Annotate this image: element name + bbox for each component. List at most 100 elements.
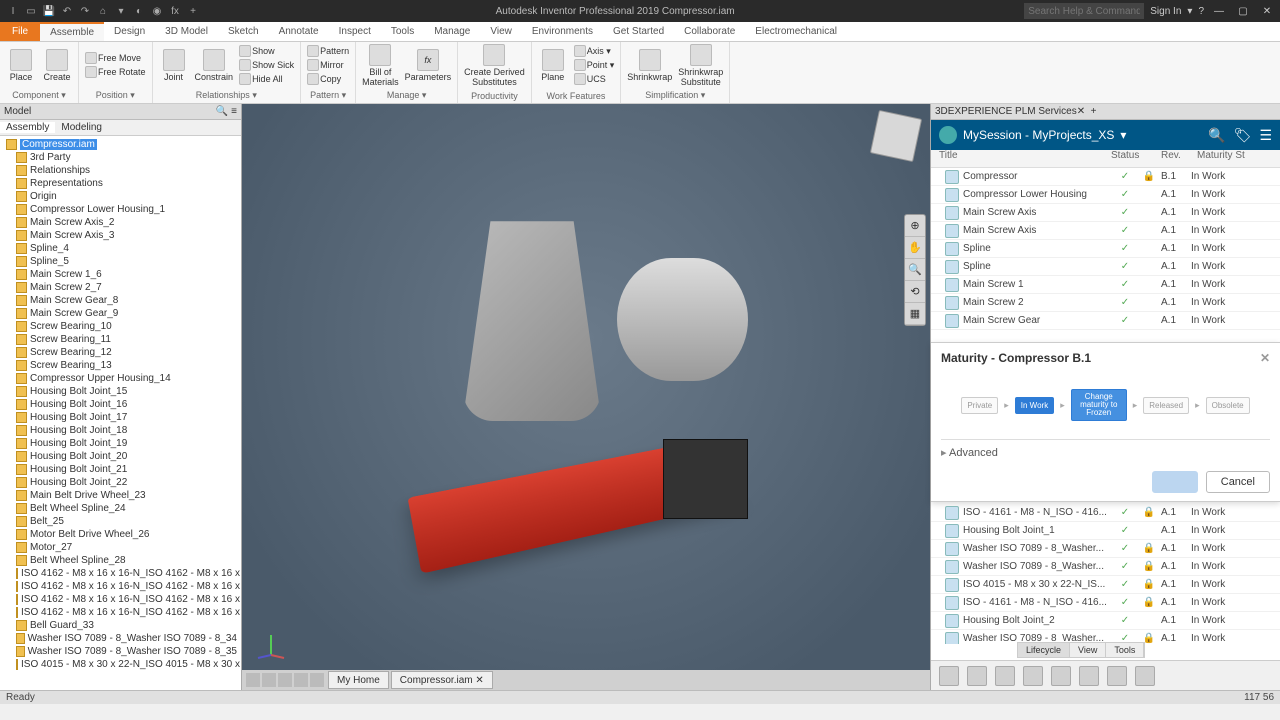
shrinkwrap-sub-button[interactable]: Shrinkwrap Substitute bbox=[678, 44, 723, 87]
ok-button[interactable]: OK bbox=[1152, 471, 1198, 493]
plm-tool-icon[interactable] bbox=[939, 666, 959, 686]
plm-row[interactable]: Compressor✓🔒B.1In Work bbox=[931, 168, 1280, 186]
plm-tool-icon[interactable] bbox=[1051, 666, 1071, 686]
subtab-lifecycle[interactable]: Lifecycle bbox=[1018, 643, 1070, 657]
redo-icon[interactable]: ↷ bbox=[78, 4, 92, 18]
tree-node[interactable]: Housing Bolt Joint_20 bbox=[0, 450, 241, 463]
plm-tab-label[interactable]: 3DEXPERIENCE PLM Services bbox=[935, 106, 1077, 117]
nav-pan-icon[interactable]: ✋ bbox=[905, 237, 925, 259]
tree-node[interactable]: Screw Bearing_13 bbox=[0, 359, 241, 372]
file-tab[interactable]: File bbox=[0, 22, 40, 41]
maximize-button[interactable]: ▢ bbox=[1234, 6, 1252, 17]
plm-row[interactable]: Compressor Lower Housing✓A.1In Work bbox=[931, 186, 1280, 204]
material-icon[interactable]: ◐ bbox=[132, 4, 146, 18]
view-cube[interactable] bbox=[870, 110, 922, 162]
session-label[interactable]: MySession - MyProjects_XS bbox=[963, 128, 1114, 142]
ribbon-tab-get-started[interactable]: Get Started bbox=[603, 22, 674, 41]
joint-button[interactable]: Joint bbox=[159, 49, 189, 82]
tab-compressor[interactable]: Compressor.iam ✕ bbox=[391, 671, 493, 689]
pattern-button[interactable]: Pattern bbox=[307, 45, 349, 58]
col-rev[interactable]: Rev. bbox=[1161, 150, 1197, 167]
nav-zoom-icon[interactable]: 🔍 bbox=[905, 259, 925, 281]
browser-tab-assembly[interactable]: Assembly bbox=[0, 122, 55, 133]
parameters-button[interactable]: fxParameters bbox=[405, 49, 452, 82]
ribbon-tab-design[interactable]: Design bbox=[104, 22, 155, 41]
plm-row[interactable]: Housing Bolt Joint_2✓A.1In Work bbox=[931, 612, 1280, 630]
free-move-button[interactable]: Free Move bbox=[85, 52, 146, 65]
tree-node[interactable]: Motor_27 bbox=[0, 541, 241, 554]
tree-node[interactable]: Representations bbox=[0, 177, 241, 190]
ribbon-tab-sketch[interactable]: Sketch bbox=[218, 22, 269, 41]
shrinkwrap-button[interactable]: Shrinkwrap bbox=[627, 49, 672, 82]
ribbon-tab-view[interactable]: View bbox=[480, 22, 522, 41]
subtab-view[interactable]: View bbox=[1070, 643, 1106, 657]
tree-node[interactable]: Washer ISO 7089 - 8_Washer ISO 7089 - 8_… bbox=[0, 645, 241, 658]
tree-node[interactable]: Main Screw 2_7 bbox=[0, 281, 241, 294]
tree-node[interactable]: ISO 4162 - M8 x 16 x 16-N_ISO 4162 - M8 … bbox=[0, 580, 241, 593]
nav-steering-icon[interactable]: ⊕ bbox=[905, 215, 925, 237]
state-inwork[interactable]: In Work bbox=[1015, 397, 1054, 414]
tree-node[interactable]: Main Screw Axis_2 bbox=[0, 216, 241, 229]
state-released[interactable]: Released bbox=[1143, 397, 1189, 414]
plm-tool-icon[interactable] bbox=[967, 666, 987, 686]
plm-tool-icon[interactable] bbox=[995, 666, 1015, 686]
mirror-button[interactable]: Mirror bbox=[307, 59, 349, 72]
plm-row[interactable]: ISO - 4161 - M8 - N_ISO - 416...✓🔒A.1In … bbox=[931, 594, 1280, 612]
browser-tab-modeling[interactable]: Modeling bbox=[55, 122, 108, 133]
maturity-close-icon[interactable]: ✕ bbox=[1260, 351, 1270, 365]
ribbon-tab-3d-model[interactable]: 3D Model bbox=[155, 22, 218, 41]
tree-node[interactable]: Main Screw Axis_3 bbox=[0, 229, 241, 242]
plm-search-icon[interactable]: 🔍 bbox=[1208, 127, 1225, 144]
plm-row[interactable]: Main Screw Axis✓A.1In Work bbox=[931, 204, 1280, 222]
plm-tool-icon[interactable] bbox=[1079, 666, 1099, 686]
nav-lookat-icon[interactable]: ▦ bbox=[905, 303, 925, 325]
browser-search-icon[interactable]: 🔍 ≡ bbox=[216, 106, 237, 117]
tree-node[interactable]: Housing Bolt Joint_21 bbox=[0, 463, 241, 476]
tree-node[interactable]: Housing Bolt Joint_18 bbox=[0, 424, 241, 437]
state-frozen[interactable]: Change maturity to Frozen bbox=[1071, 389, 1127, 421]
tree-node[interactable]: ISO 4015 - M8 x 30 x 22-N_ISO 4015 - M8 … bbox=[0, 658, 241, 671]
dropdown-icon[interactable]: ▾ bbox=[1187, 6, 1192, 17]
tree-node[interactable]: Main Screw Gear_8 bbox=[0, 294, 241, 307]
create-button[interactable]: Create bbox=[42, 49, 72, 82]
col-maturity[interactable]: Maturity St bbox=[1197, 150, 1280, 167]
constrain-button[interactable]: Constrain bbox=[195, 49, 234, 82]
vt-icon[interactable] bbox=[278, 673, 292, 687]
show-button[interactable]: Show bbox=[239, 45, 294, 58]
select-icon[interactable]: ▾ bbox=[114, 4, 128, 18]
tree-node[interactable]: Screw Bearing_12 bbox=[0, 346, 241, 359]
tree-node[interactable]: Origin bbox=[0, 190, 241, 203]
tree-node[interactable]: 3rd Party bbox=[0, 151, 241, 164]
tree-node[interactable]: Washer ISO 7089 - 8_Washer ISO 7089 - 8_… bbox=[0, 632, 241, 645]
tree-node[interactable]: Motor Belt Drive Wheel_26 bbox=[0, 528, 241, 541]
tree-node[interactable]: Compressor Lower Housing_1 bbox=[0, 203, 241, 216]
tree-node[interactable]: Screw Bearing_11 bbox=[0, 333, 241, 346]
show-sick-button[interactable]: Show Sick bbox=[239, 59, 294, 72]
tab-my-home[interactable]: My Home bbox=[328, 671, 389, 689]
help-icon[interactable]: ? bbox=[1198, 6, 1204, 17]
plm-row[interactable]: ISO - 4161 - M8 - N_ISO - 416...✓🔒A.1In … bbox=[931, 504, 1280, 522]
ribbon-tab-environments[interactable]: Environments bbox=[522, 22, 603, 41]
vt-icon[interactable] bbox=[246, 673, 260, 687]
tree-node[interactable]: Bell Guard_33 bbox=[0, 619, 241, 632]
tree-node[interactable]: Housing Bolt Joint_22 bbox=[0, 476, 241, 489]
tree-node[interactable]: Belt Wheel Spline_24 bbox=[0, 502, 241, 515]
tree-node[interactable]: Housing Bolt Joint_17 bbox=[0, 411, 241, 424]
plm-row[interactable]: Washer ISO 7089 - 8_Washer...✓🔒A.1In Wor… bbox=[931, 540, 1280, 558]
hide-all-button[interactable]: Hide All bbox=[239, 73, 294, 86]
vt-icon[interactable] bbox=[294, 673, 308, 687]
tree-node[interactable]: ISO 4162 - M8 x 16 x 16-N_ISO 4162 - M8 … bbox=[0, 606, 241, 619]
nav-orbit-icon[interactable]: ⟲ bbox=[905, 281, 925, 303]
compass-icon[interactable] bbox=[939, 126, 957, 144]
tree-node[interactable]: Housing Bolt Joint_15 bbox=[0, 385, 241, 398]
bom-button[interactable]: Bill of Materials bbox=[362, 44, 399, 87]
place-button[interactable]: Place bbox=[6, 49, 36, 82]
plm-row[interactable]: Spline✓A.1In Work bbox=[931, 258, 1280, 276]
help-search-input[interactable] bbox=[1024, 3, 1144, 19]
plm-tool-icon[interactable] bbox=[1023, 666, 1043, 686]
close-button[interactable]: ✕ bbox=[1258, 6, 1276, 17]
ribbon-tab-assemble[interactable]: Assemble bbox=[40, 22, 104, 41]
vt-icon[interactable] bbox=[310, 673, 324, 687]
ribbon-tab-electromechanical[interactable]: Electromechanical bbox=[745, 22, 847, 41]
viewport-3d[interactable]: ⊕ ✋ 🔍 ⟲ ▦ My Home Compressor.iam ✕ bbox=[242, 104, 930, 690]
